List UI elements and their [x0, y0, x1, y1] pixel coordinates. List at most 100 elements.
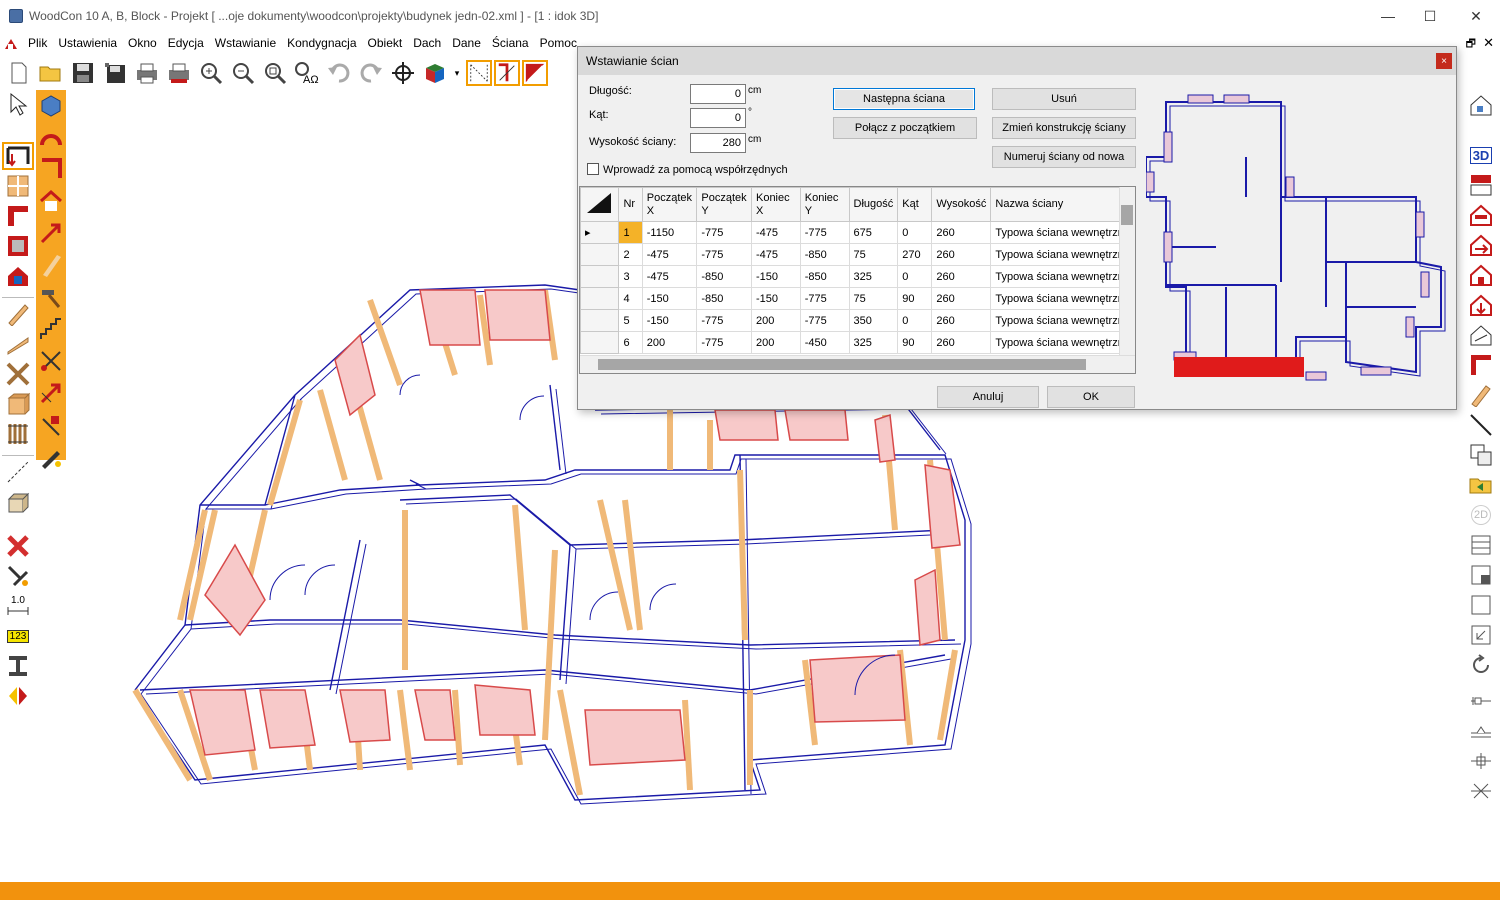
maximize-button[interactable]: ☐ — [1407, 0, 1453, 32]
table-row[interactable]: 2 -475 -775 -475 -850 75 270 260 Typowa ściana w… — [580, 243, 1135, 266]
change-construction-button[interactable]: Zmień konstrukcję ściany — [992, 117, 1136, 139]
table-cell[interactable]: -775 — [696, 243, 752, 266]
table-cell[interactable]: 260 — [931, 243, 992, 266]
redo-icon[interactable] — [358, 60, 384, 86]
menu-obiekt[interactable]: Obiekt — [363, 36, 409, 50]
table-row[interactable]: 3 -475 -850 -150 -850 325 0 260 Typowa ściana we… — [580, 265, 1135, 288]
menu-kondygnacja[interactable]: Kondygnacja — [282, 36, 362, 50]
ok-button[interactable]: OK — [1047, 386, 1135, 408]
dialog-close-button[interactable]: × — [1436, 53, 1452, 69]
row-header[interactable]: ▸ — [580, 221, 620, 244]
corner-frame-icon[interactable] — [1466, 350, 1496, 380]
box-3d-icon[interactable] — [2, 488, 34, 516]
row-header[interactable] — [580, 309, 620, 332]
plank-icon[interactable] — [36, 250, 66, 280]
zoom-window-icon[interactable] — [262, 60, 288, 86]
table-cell[interactable]: -775 — [799, 309, 850, 332]
col-nr-header[interactable]: Nr — [618, 187, 643, 222]
delete-icon[interactable] — [2, 532, 34, 560]
col-start-y-header[interactable]: Początek Y — [696, 187, 752, 222]
close-button[interactable]: ✕ — [1453, 0, 1499, 32]
cut-icon[interactable] — [36, 346, 66, 376]
align-left-icon[interactable] — [1466, 686, 1496, 716]
house-floor-icon[interactable] — [1466, 260, 1496, 290]
mdi-restore-button[interactable]: 🗗 — [1466, 35, 1476, 54]
table-cell[interactable]: -150 — [750, 287, 801, 310]
cube-color-icon[interactable] — [422, 60, 448, 86]
view-2d-button[interactable]: 2D — [1466, 500, 1496, 530]
mdi-close-button[interactable]: ✕ — [1483, 35, 1494, 51]
menu-okno[interactable]: Okno — [123, 36, 163, 50]
vertical-scroll-thumb[interactable] — [1121, 205, 1133, 225]
save-icon[interactable] — [70, 60, 96, 86]
menu-dach[interactable]: Dach — [408, 36, 447, 50]
cancel-button[interactable]: Anuluj — [937, 386, 1039, 408]
table-cell[interactable]: 260 — [931, 287, 992, 310]
wall-height-field[interactable]: 280 — [690, 133, 746, 153]
table-cell[interactable]: 325 — [848, 331, 899, 354]
copy-layers-icon[interactable] — [1466, 440, 1496, 470]
cross-align-icon[interactable] — [1466, 776, 1496, 806]
print-icon[interactable] — [134, 60, 160, 86]
open-icon[interactable] — [38, 60, 64, 86]
dropdown-arrow-icon[interactable]: ▾ — [454, 60, 460, 86]
undo-icon[interactable] — [326, 60, 352, 86]
table-cell[interactable]: -475 — [750, 221, 801, 244]
table-horizontal-scrollbar[interactable] — [580, 355, 1135, 373]
coords-checkbox[interactable] — [587, 163, 599, 175]
length-field[interactable]: 0 — [690, 84, 746, 104]
table-cell[interactable]: -775 — [696, 331, 752, 354]
house-red-icon[interactable] — [1466, 200, 1496, 230]
beam-icon[interactable] — [2, 300, 34, 328]
hammer-icon[interactable] — [36, 282, 66, 312]
crosshair-icon[interactable] — [390, 60, 416, 86]
table-cell[interactable]: 75 — [848, 243, 899, 266]
steel-beam-icon[interactable] — [2, 652, 34, 680]
menu-edycja[interactable]: Edycja — [163, 36, 210, 50]
menu-pomoc[interactable]: Pomoc — [535, 36, 583, 50]
table-cell[interactable]: -775 — [799, 287, 850, 310]
menu-plik[interactable]: Plik — [23, 36, 53, 50]
table-cell[interactable]: 5 — [618, 309, 643, 332]
table-cell[interactable]: 4 — [618, 287, 643, 310]
connect-start-button[interactable]: Połącz z początkiem — [833, 117, 977, 139]
table-cell[interactable]: -850 — [696, 287, 752, 310]
table-row[interactable]: 6 200 -775 200 -450 325 90 260 Typowa ściana wew… — [580, 331, 1135, 354]
numbering-icon[interactable]: 123 — [2, 622, 34, 650]
table-cell[interactable]: Typowa ściana wewnętrzna — [990, 331, 1135, 354]
table-cell[interactable]: 90 — [897, 331, 933, 354]
next-wall-button[interactable]: Następna ściana — [833, 88, 975, 110]
zoom-in-icon[interactable] — [198, 60, 224, 86]
table-cell[interactable]: 675 — [848, 221, 899, 244]
house-down-icon[interactable] — [1466, 290, 1496, 320]
table-cell[interactable]: 200 — [641, 331, 698, 354]
table-cell[interactable]: 0 — [897, 221, 933, 244]
rafter-icon[interactable] — [2, 330, 34, 358]
col-height-header[interactable]: Wysokość — [931, 187, 992, 222]
arrow-diag-icon[interactable] — [36, 218, 66, 248]
wall-tool-2-icon[interactable] — [494, 60, 520, 86]
cube-icon[interactable] — [36, 90, 66, 120]
table-cell[interactable]: -450 — [799, 331, 850, 354]
save-all-icon[interactable] — [102, 60, 128, 86]
resize-icon[interactable] — [1466, 620, 1496, 650]
minimize-button[interactable]: — — [1365, 0, 1411, 32]
delete-wall-button[interactable]: Usuń — [992, 88, 1136, 110]
table-cell[interactable]: 200 — [750, 331, 801, 354]
corner-wall-icon[interactable] — [2, 202, 34, 230]
edit-tool-icon[interactable] — [36, 442, 66, 472]
wall-tool-1-icon[interactable] — [466, 60, 492, 86]
house-3d-icon[interactable] — [2, 262, 34, 290]
table-cell[interactable]: -150 — [641, 309, 698, 332]
table-cell[interactable]: 0 — [897, 309, 933, 332]
table-cell[interactable]: Typowa ściana wewnętrzna — [990, 221, 1135, 244]
pencil-icon[interactable] — [1466, 380, 1496, 410]
row-header[interactable] — [580, 287, 620, 310]
table-cell[interactable]: 3 — [618, 265, 643, 288]
grid-lines-icon[interactable] — [1466, 530, 1496, 560]
house-outline-icon[interactable] — [1466, 320, 1496, 350]
table-row[interactable]: ▸ 1 -1150 -775 -475 -775 675 0 260 Typowa ściana … — [580, 221, 1135, 244]
table-cell[interactable]: -775 — [799, 221, 850, 244]
table-cell[interactable]: 200 — [750, 309, 801, 332]
col-start-x-header[interactable]: Początek X — [641, 187, 698, 222]
